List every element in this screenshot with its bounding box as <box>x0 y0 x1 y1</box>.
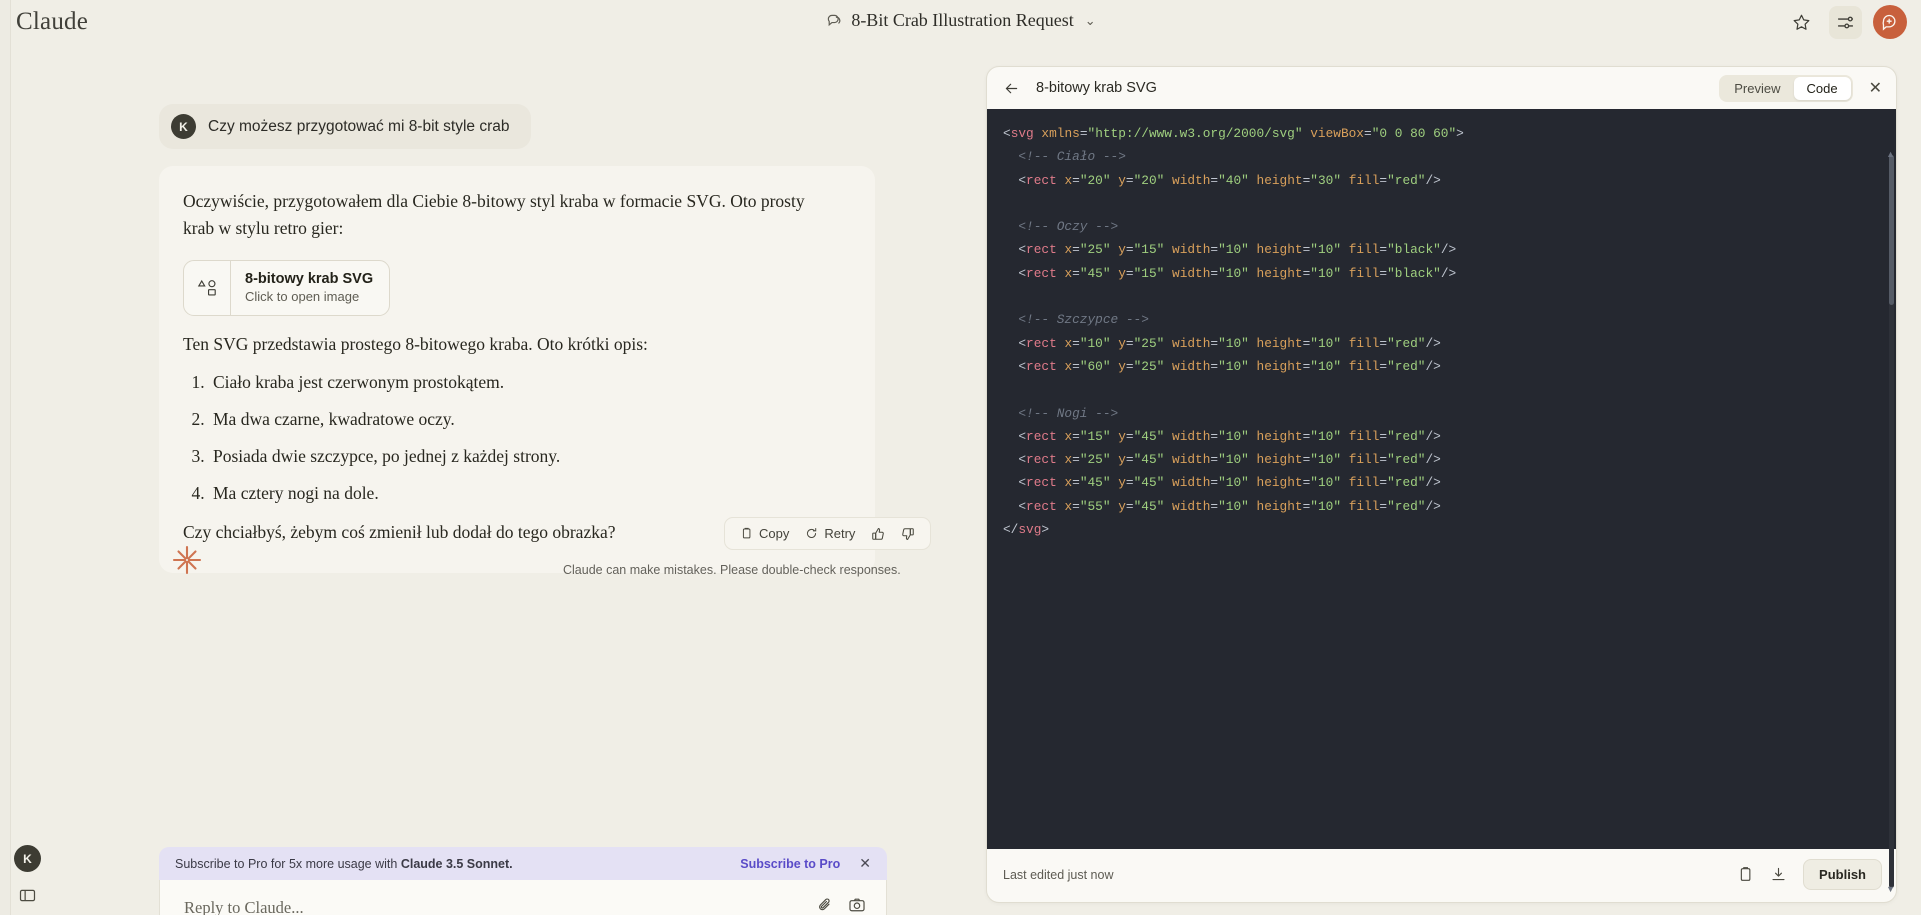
subscribe-to-pro-link[interactable]: Subscribe to Pro <box>740 857 840 871</box>
artifact-card-title: 8-bitowy krab SVG <box>245 271 374 288</box>
artifact-card-text: 8-bitowy krab SVG Click to open image <box>231 261 389 315</box>
shapes-icon <box>184 261 231 316</box>
code-viewer[interactable]: <svg xmlns="http://www.w3.org/2000/svg" … <box>987 109 1896 894</box>
scroll-up-icon[interactable]: ▲ <box>1886 149 1895 159</box>
banner-text-bold: Claude 3.5 Sonnet. <box>400 856 513 871</box>
composer-icons <box>816 896 866 914</box>
last-edited-text: Last edited just now <box>1003 867 1114 882</box>
thumbs-down-button[interactable] <box>894 523 922 545</box>
retry-label: Retry <box>824 526 856 541</box>
thumbs-up-button[interactable] <box>864 523 892 545</box>
thumbs-up-icon <box>871 527 885 541</box>
back-arrow-icon[interactable] <box>1003 80 1020 97</box>
tab-preview[interactable]: Preview <box>1721 77 1793 100</box>
account-avatar[interactable] <box>1873 5 1907 39</box>
artifact-panel-header: 8-bitowy krab SVG Preview Code ✕ <box>987 67 1896 109</box>
reply-input-placeholder[interactable]: Reply to Claude... <box>184 898 304 915</box>
top-bar-actions <box>1785 5 1907 39</box>
conversation-column: K Czy możesz przygotować mi 8-bit style … <box>11 42 986 915</box>
disclaimer-text: Claude can make mistakes. Please double-… <box>563 563 901 577</box>
list-item: Posiada dwie szczypce, po jednej z każde… <box>209 446 849 467</box>
sidebar-user-avatar[interactable]: K <box>14 845 41 872</box>
list-item: Ma cztery nogi na dole. <box>209 483 849 504</box>
user-message-text: Czy możesz przygotować mi 8-bit style cr… <box>208 117 510 135</box>
thumbs-down-icon <box>901 527 915 541</box>
artifact-card[interactable]: 8-bitowy krab SVG Click to open image <box>183 260 391 317</box>
sliders-icon[interactable] <box>1829 5 1862 39</box>
scrollbar-thumb[interactable] <box>1889 155 1894 305</box>
message-composer[interactable]: Reply to Claude... Claude 3.5 Sonnet <box>159 880 887 915</box>
view-mode-toggle: Preview Code <box>1719 74 1853 102</box>
message-actions: Copy Retry <box>724 517 932 550</box>
publish-button[interactable]: Publish <box>1803 859 1882 890</box>
camera-icon[interactable] <box>848 896 866 914</box>
app-root: Claude 8-Bit Crab Illustration Request ⌄ <box>0 0 1921 915</box>
artifact-panel-footer: Last edited just now Publish <box>987 847 1896 902</box>
assistant-message: Oczywiście, przygotowałem dla Ciebie 8-b… <box>159 166 875 573</box>
artifact-panel: 8-bitowy krab SVG Preview Code ✕ <svg xm… <box>986 66 1897 903</box>
chevron-down-icon: ⌄ <box>1084 12 1096 28</box>
code-scrollbar[interactable]: ▲ ▼ <box>1886 149 1895 894</box>
close-panel-icon[interactable]: ✕ <box>1869 78 1882 98</box>
left-rail <box>0 0 11 915</box>
subscribe-banner-text: Subscribe to Pro for 5x more usage with … <box>175 857 513 871</box>
tab-code[interactable]: Code <box>1793 76 1851 100</box>
user-avatar: K <box>171 114 196 139</box>
chat-bubble-icon <box>825 12 842 29</box>
list-item: Ma dwa czarne, kwadratowe oczy. <box>209 409 849 430</box>
list-item: Ciało kraba jest czerwonym prostokątem. <box>209 372 849 393</box>
claude-logo[interactable]: Claude <box>16 8 88 36</box>
paperclip-icon[interactable] <box>816 896 834 914</box>
artifact-card-subtitle: Click to open image <box>245 289 360 305</box>
retry-button[interactable]: Retry <box>798 522 862 545</box>
artifact-footer-actions: Publish <box>1737 859 1882 890</box>
banner-text-plain: Subscribe to Pro for 5x more usage with <box>175 856 401 871</box>
download-icon[interactable] <box>1770 866 1787 883</box>
subscribe-banner: Subscribe to Pro for 5x more usage with … <box>159 847 887 880</box>
assistant-list: Ciało kraba jest czerwonym prostokątem. … <box>209 372 849 504</box>
copy-icon[interactable] <box>1737 866 1754 883</box>
top-bar: Claude 8-Bit Crab Illustration Request ⌄ <box>0 0 1921 42</box>
close-banner-icon[interactable]: ✕ <box>859 855 871 872</box>
sidebar-toggle-icon[interactable] <box>19 887 36 904</box>
code-content: <svg xmlns="http://www.w3.org/2000/svg" … <box>1003 126 1464 538</box>
copy-icon <box>740 527 753 540</box>
user-message: K Czy możesz przygotować mi 8-bit style … <box>159 104 532 149</box>
artifact-panel-title: 8-bitowy krab SVG <box>1036 80 1157 96</box>
assistant-paragraph-1b: krab w stylu retro gier: <box>183 218 344 239</box>
assistant-paragraph-1: Oczywiście, przygotowałem dla Ciebie 8-b… <box>183 191 805 211</box>
copy-label: Copy <box>759 526 790 541</box>
assistant-paragraph-2: Ten SVG przedstawia prostego 8-bitowego … <box>183 334 648 355</box>
claude-starburst-icon <box>171 544 203 576</box>
copy-button[interactable]: Copy <box>733 522 796 545</box>
star-icon[interactable] <box>1785 6 1818 39</box>
conversation-title-text: 8-Bit Crab Illustration Request <box>851 10 1074 30</box>
retry-icon <box>805 527 818 540</box>
conversation-title-button[interactable]: 8-Bit Crab Illustration Request ⌄ <box>817 7 1103 34</box>
